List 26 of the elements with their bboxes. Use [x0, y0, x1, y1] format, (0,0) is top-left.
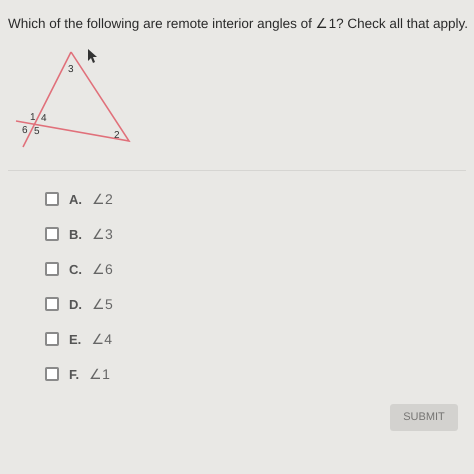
angle-label: 4	[41, 113, 47, 124]
angle-label: 5	[34, 126, 40, 138]
checkbox[interactable]	[45, 297, 59, 312]
cursor-icon	[88, 49, 97, 64]
option-label: ∠1	[89, 364, 110, 384]
checkbox[interactable]	[45, 367, 59, 382]
angle-label: 1	[30, 112, 36, 124]
option-letter: F.	[69, 366, 80, 384]
option-letter: D.	[69, 296, 82, 314]
angle-label: 2	[114, 130, 120, 142]
checkbox[interactable]	[45, 262, 59, 276]
checkbox[interactable]	[45, 227, 59, 242]
option-label: ∠2	[92, 190, 113, 209]
checkbox[interactable]	[45, 332, 59, 346]
option-letter: C.	[69, 260, 82, 278]
checkbox[interactable]	[45, 192, 59, 206]
option-label: ∠5	[92, 294, 113, 314]
option-label: ∠6	[92, 260, 113, 279]
option-letter: A.	[69, 190, 82, 208]
question-text: Which of the following are remote interior angles of ∠1? Check all that apply.	[7, 15, 469, 33]
angle-label: 6	[22, 125, 28, 136]
option-letter: B.	[69, 226, 82, 244]
angle-label: 3	[68, 64, 74, 76]
option-label: ∠4	[91, 330, 112, 349]
option-letter: E.	[69, 330, 82, 348]
option-label: ∠3	[92, 224, 113, 244]
